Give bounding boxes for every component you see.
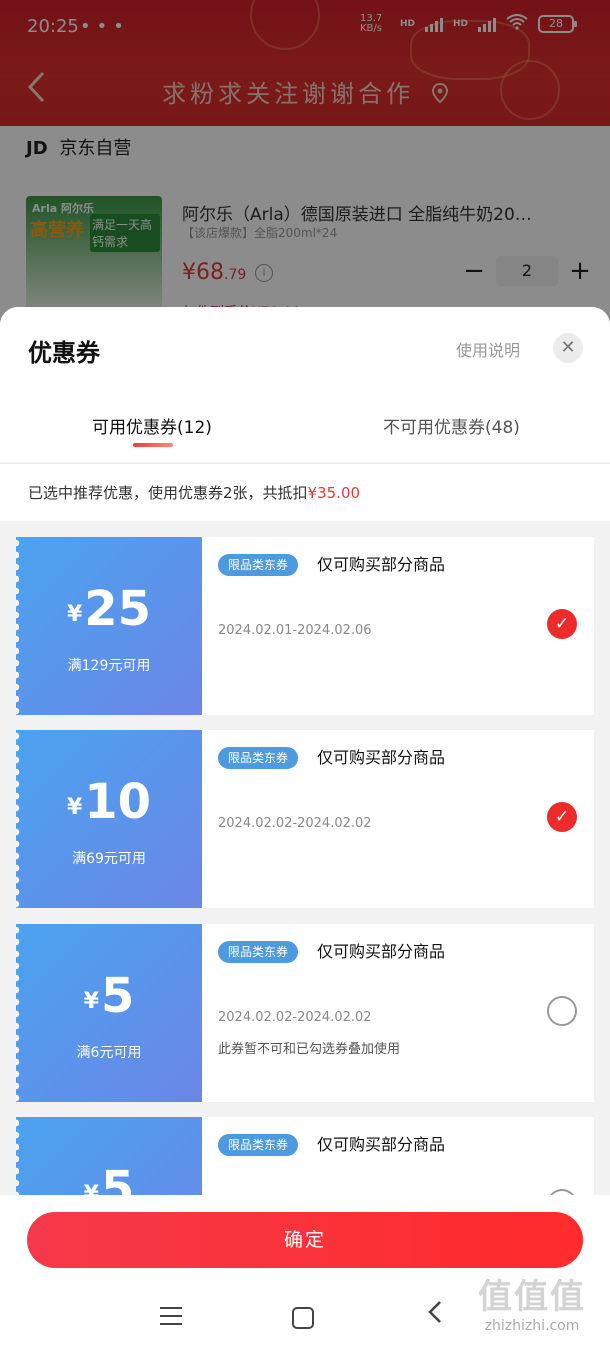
unchecked-circle-icon[interactable] <box>547 996 577 1026</box>
yen-symbol: ¥ <box>66 795 83 820</box>
usage-instructions-link[interactable]: 使用说明 <box>456 337 520 361</box>
watermark-logo: 值值值 <box>478 1277 586 1317</box>
sheet-header: 优惠券 使用说明 ✕ 可用优惠券(12) 不可用优惠券(48) <box>0 307 610 462</box>
coupon-note: 此券暂不可和已勾选券叠加使用 <box>218 1042 401 1057</box>
notice-text: 已选中推荐优惠，使用优惠券2张，共抵扣 <box>28 484 308 502</box>
tab-indicator <box>133 443 173 447</box>
coupon-description: 仅可购买部分商品 <box>317 1135 446 1154</box>
recommend-notice: 已选中推荐优惠，使用优惠券2张，共抵扣¥35.00 <box>0 463 610 521</box>
coupon-card[interactable]: ¥25 满129元可用 限品类东券 仅可购买部分商品 2024.02.01-20… <box>16 537 594 715</box>
coupon-condition: 满129元可用 <box>67 658 151 674</box>
coupon-description: 仅可购买部分商品 <box>317 748 446 767</box>
watermark-url: zhizhizhi.com <box>484 1318 580 1334</box>
coupon-description: 仅可购买部分商品 <box>317 942 446 961</box>
coupon-badge: 限品类东券 <box>218 747 299 769</box>
tab-available[interactable]: 可用优惠券(12) <box>92 413 212 438</box>
sheet-title: 优惠券 <box>28 339 100 367</box>
page: 20:25 ••• 13.7 KB/s HD HD 28 求粉求关注谢谢合作 J… <box>0 0 610 1356</box>
coupon-date: 2024.02.02-2024.02.02 <box>218 816 372 831</box>
notice-amount: ¥35.00 <box>307 484 361 502</box>
coupon-date: 2024.02.02-2024.02.02 <box>218 1010 372 1025</box>
coupon-amount-value: 25 <box>84 581 152 637</box>
bottom-bar: 确定 值值值 zhizhizhi.com <box>0 1195 610 1356</box>
check-circle-icon[interactable]: ✓ <box>547 802 577 832</box>
coupon-amount: ¥10 <box>16 774 202 836</box>
coupon-card[interactable]: ¥10 满69元可用 限品类东券 仅可购买部分商品 2024.02.02-202… <box>16 730 594 908</box>
yen-symbol: ¥ <box>83 989 99 1014</box>
coupon-condition: 满69元可用 <box>72 851 146 867</box>
coupon-amount: ¥25 <box>16 581 202 643</box>
home-icon[interactable] <box>292 1307 314 1329</box>
coupon-amount-value: 5 <box>100 968 135 1024</box>
confirm-button[interactable]: 确定 <box>27 1212 583 1268</box>
check-circle-icon[interactable]: ✓ <box>547 609 577 639</box>
back-nav-icon[interactable] <box>426 1299 444 1332</box>
coupon-amount: ¥5 <box>16 968 202 1030</box>
coupon-badge: 限品类东券 <box>218 1134 299 1156</box>
coupon-badge: 限品类东券 <box>218 554 299 576</box>
coupon-sheet: 优惠券 使用说明 ✕ 可用优惠券(12) 不可用优惠券(48) 已选中推荐优惠，… <box>0 307 610 1356</box>
coupon-amount-value: 10 <box>84 774 152 830</box>
coupon-badge: 限品类东券 <box>218 941 299 963</box>
coupon-condition: 满6元可用 <box>76 1045 142 1061</box>
coupon-card[interactable]: ¥5 满6元可用 限品类东券 仅可购买部分商品 2024.02.02-2024.… <box>16 924 594 1102</box>
tab-unavailable[interactable]: 不可用优惠券(48) <box>383 413 520 438</box>
close-icon[interactable]: ✕ <box>553 333 583 363</box>
yen-symbol: ¥ <box>66 602 83 627</box>
coupon-date: 2024.02.01-2024.02.06 <box>218 623 372 638</box>
coupon-description: 仅可购买部分商品 <box>317 555 446 574</box>
watermark: 值值值 zhizhizhi.com <box>462 1269 602 1334</box>
menu-icon[interactable] <box>160 1307 182 1331</box>
